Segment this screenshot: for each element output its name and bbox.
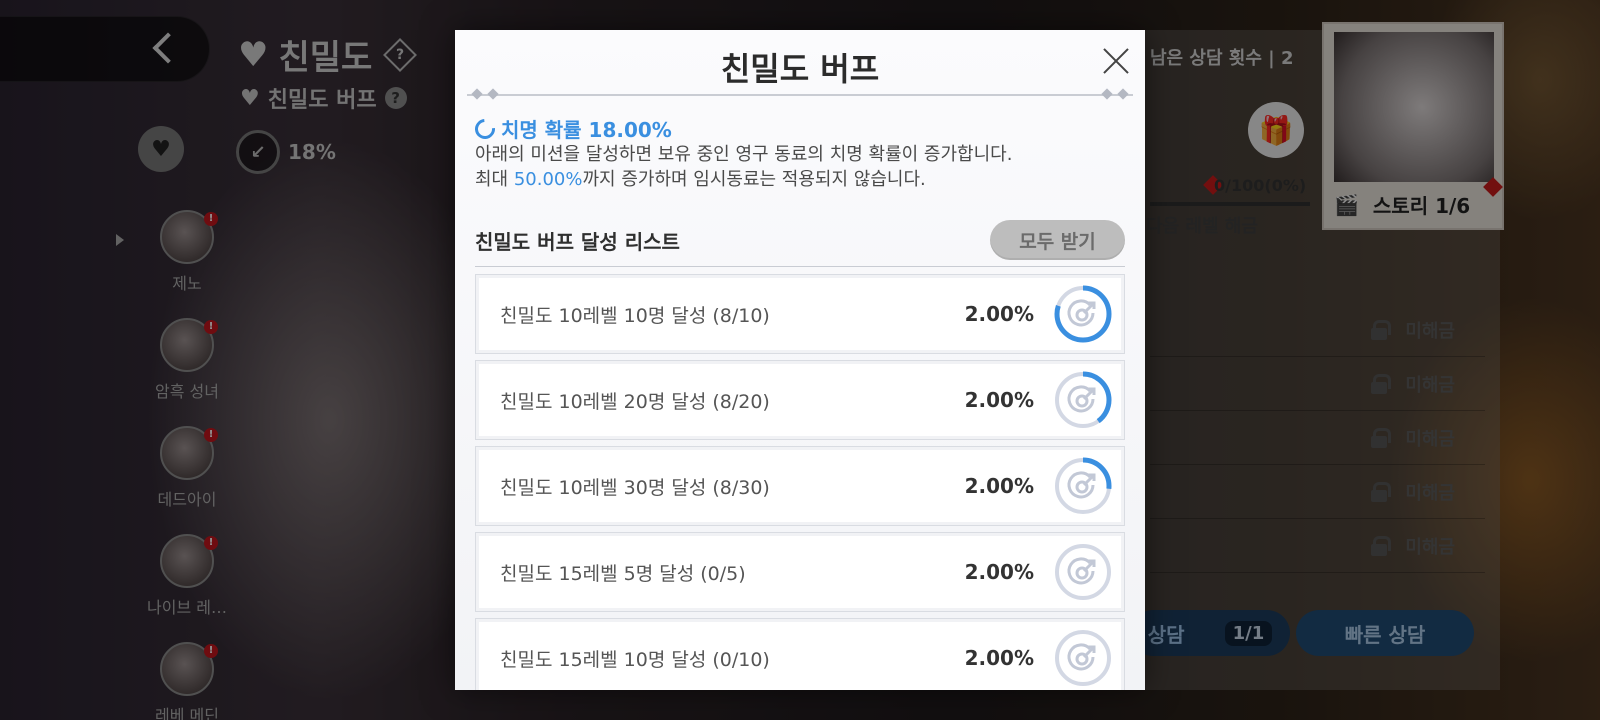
close-icon[interactable] bbox=[1101, 46, 1131, 76]
crit-chance: 치명 확률 18.00% bbox=[470, 114, 672, 143]
mission-label: 친밀도 10레벨 10명 달성 (8/10) bbox=[500, 304, 770, 327]
mission-row[interactable]: 친밀도 15레벨 10명 달성 (0/10) 2.00% bbox=[475, 618, 1125, 690]
list-divider bbox=[475, 266, 1125, 267]
mission-list: 친밀도 10레벨 10명 달성 (8/10) 2.00% 친밀도 10레벨 20… bbox=[475, 274, 1125, 690]
mission-row[interactable]: 친밀도 10레벨 30명 달성 (8/30) 2.00% bbox=[475, 446, 1125, 526]
description-line-1: 아래의 미션을 달성하면 보유 중인 영구 동료의 치명 확률이 증가합니다. bbox=[475, 144, 1013, 165]
crit-icon bbox=[470, 114, 500, 143]
progress-ring bbox=[1055, 544, 1111, 600]
mission-reward: 2.00% bbox=[964, 646, 1034, 670]
progress-ring-track bbox=[1055, 630, 1111, 686]
claim-all-button[interactable]: 모두 받기 bbox=[990, 220, 1125, 260]
mission-reward: 2.00% bbox=[964, 474, 1034, 498]
list-title: 친밀도 버프 달성 리스트 bbox=[475, 229, 680, 254]
mission-reward: 2.00% bbox=[964, 388, 1034, 412]
mission-row[interactable]: 친밀도 10레벨 10명 달성 (8/10) 2.00% bbox=[475, 274, 1125, 354]
progress-ring bbox=[1054, 457, 1112, 515]
progress-ring bbox=[1055, 630, 1111, 686]
progress-ring bbox=[1054, 285, 1112, 343]
buff-description: 아래의 미션을 달성하면 보유 중인 영구 동료의 치명 확률이 증가합니다. … bbox=[475, 142, 1012, 192]
list-header: 친밀도 버프 달성 리스트 모두 받기 bbox=[475, 220, 1125, 260]
mission-row[interactable]: 친밀도 10레벨 20명 달성 (8/20) 2.00% bbox=[475, 360, 1125, 440]
progress-ring bbox=[1054, 371, 1112, 429]
mission-reward: 2.00% bbox=[964, 560, 1034, 584]
max-value: 50.00% bbox=[513, 169, 583, 190]
progress-ring-track bbox=[1055, 544, 1111, 600]
mission-reward: 2.00% bbox=[964, 302, 1034, 326]
mission-label: 친밀도 15레벨 10명 달성 (0/10) bbox=[500, 648, 770, 671]
dialog-title: 친밀도 버프 bbox=[720, 50, 880, 88]
mission-row[interactable]: 친밀도 15레벨 5명 달성 (0/5) 2.00% bbox=[475, 532, 1125, 612]
description-line-2: 최대 50.00%까지 증가하며 임시동료는 적용되지 않습니다. bbox=[475, 169, 926, 190]
mission-label: 친밀도 10레벨 20명 달성 (8/20) bbox=[500, 390, 770, 413]
intimacy-buff-dialog: 친밀도 버프 치명 확률 18.00% 아래의 미션을 달성하면 보유 중인 영… bbox=[455, 30, 1145, 690]
mission-label: 친밀도 15레벨 5명 달성 (0/5) bbox=[500, 562, 746, 585]
crit-chance-text: 치명 확률 18.00% bbox=[501, 118, 672, 142]
mission-label: 친밀도 10레벨 30명 달성 (8/30) bbox=[500, 476, 770, 499]
title-divider bbox=[467, 88, 1133, 100]
